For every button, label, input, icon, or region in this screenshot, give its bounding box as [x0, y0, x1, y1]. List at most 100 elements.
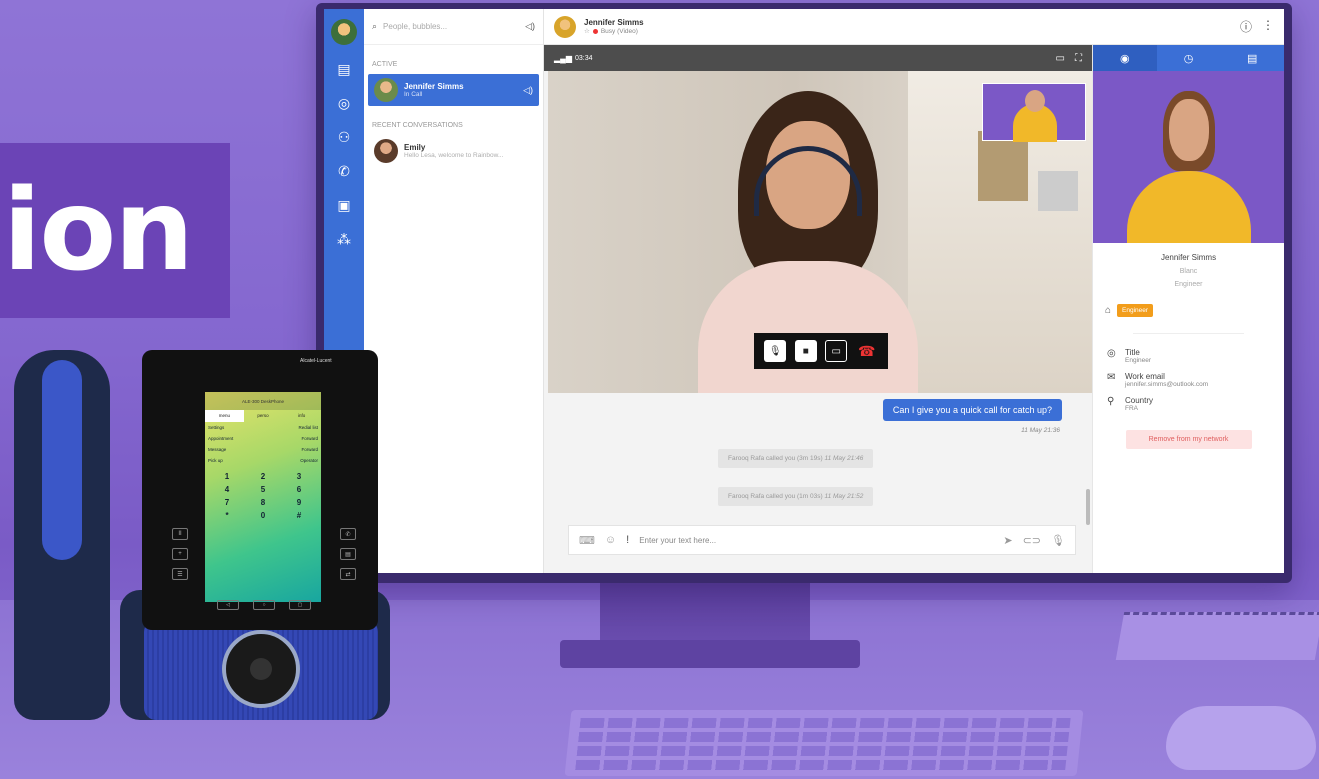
contact-avatar: [374, 139, 398, 163]
phone-brand: Alcatel-Lucent: [300, 358, 332, 364]
share-screen-button[interactable]: ▭: [825, 340, 848, 362]
remove-from-network-button[interactable]: Remove from my network: [1125, 430, 1252, 449]
call-controls: 🎙 ■ ▭ ☎: [754, 333, 888, 369]
details-tabs: ◉ ◷ ▤: [1093, 45, 1284, 71]
field-work-email: ✉ Work email jennifer.simms@outlook.com: [1107, 372, 1209, 388]
contact-photo: [1093, 71, 1284, 243]
phone-handset: [14, 350, 110, 720]
contact-role: Engineer: [1174, 281, 1203, 288]
back-key-icon[interactable]: ◁: [217, 600, 239, 610]
contacts-key-icon[interactable]: ☰: [172, 568, 188, 580]
message-key-icon[interactable]: ▤: [340, 548, 356, 560]
user-avatar[interactable]: [331, 19, 357, 45]
phone-bottom-keys: ◁ ○ ▢: [210, 600, 318, 610]
mouse: [1166, 706, 1316, 770]
section-active-label: ACTIVE: [372, 61, 398, 68]
call-timer: 03:34: [574, 54, 593, 62]
camera-button[interactable]: ■: [794, 340, 817, 362]
contacts-icon[interactable]: ◎: [334, 93, 354, 113]
contact-avatar: [374, 78, 398, 102]
self-view-video[interactable]: [982, 83, 1086, 142]
tab-files[interactable]: ▤: [1220, 45, 1284, 71]
home-key-icon[interactable]: ○: [253, 600, 275, 610]
conversation-header: Jennifer Simms ☆ Busy (Video) ⓘ ⋮: [544, 9, 1284, 45]
monitor: ▤ ◎ ⚇ ✆ ▣ ⁂ ⌕ People, bubbles... ◁) ACTI…: [316, 3, 1292, 583]
conversation-status: In Call: [404, 91, 423, 98]
conversation-name: Emily: [404, 143, 426, 152]
more-menu-icon[interactable]: ⋮: [1262, 18, 1274, 35]
presence-text: Busy (Video): [600, 27, 638, 35]
keyboard: [564, 710, 1084, 776]
message-input[interactable]: Enter your text here...: [639, 536, 993, 545]
attach-icon[interactable]: ⊂⊃: [1023, 534, 1041, 547]
busy-dot-icon: [592, 28, 598, 34]
microphone-icon[interactable]: 🎙: [1051, 534, 1065, 547]
urgent-icon[interactable]: !: [626, 534, 629, 546]
menu-key-icon[interactable]: ▢: [289, 600, 311, 610]
chat-scrollbar[interactable]: [1086, 489, 1090, 525]
conversation-name: Jennifer Simms: [404, 82, 464, 91]
speaker-icon[interactable]: ◁): [525, 21, 535, 32]
phone-navigation-pad[interactable]: [222, 630, 300, 708]
phone-display-tabs: menu perso info: [205, 410, 321, 422]
contact-details-panel: ◉ ◷ ▤ Jennifer Simms Blanc Engineer ⌂ En…: [1092, 45, 1284, 573]
headline-text: ion: [2, 165, 194, 296]
tag-badge[interactable]: Engineer: [1117, 304, 1154, 317]
location-icon: ⚲: [1107, 396, 1115, 407]
section-recent-label: RECENT CONVERSATIONS: [372, 122, 463, 129]
emoji-icon[interactable]: ☺: [605, 534, 616, 546]
transfer-key-icon[interactable]: ⇄: [340, 568, 356, 580]
conversations-icon[interactable]: ▤: [334, 59, 354, 79]
remote-video: 🎙 ■ ▭ ☎: [548, 71, 1092, 393]
monitor-base: [560, 640, 860, 668]
app-screen: ▤ ◎ ⚇ ✆ ▣ ⁂ ⌕ People, bubbles... ◁) ACTI…: [324, 9, 1284, 573]
field-title: ◎ Title Engineer: [1107, 348, 1152, 364]
call-key-icon[interactable]: ✆: [340, 528, 356, 540]
tab-history[interactable]: ◷: [1157, 45, 1221, 71]
send-icon[interactable]: ➤: [1003, 534, 1012, 547]
conversation-list-panel: ⌕ People, bubbles... ◁) ACTIVE Jennifer …: [364, 9, 544, 573]
spiral-notebook: [1115, 612, 1319, 660]
bubbles-icon[interactable]: ⁂: [334, 229, 354, 249]
outgoing-message: Can I give you a quick call for catch up…: [882, 399, 1062, 421]
header-avatar: [554, 15, 576, 38]
conversation-item-emily[interactable]: Emily Hello Lesa, welcome to Rainbow...: [368, 135, 539, 167]
phone-left-keys: II + ☰: [172, 528, 188, 580]
phone-icon[interactable]: ✆: [334, 161, 354, 181]
tag-icon: ⌂: [1105, 305, 1112, 316]
volume-icon[interactable]: ◁): [523, 85, 533, 96]
mute-mic-button[interactable]: 🎙: [764, 340, 787, 362]
tab-profile[interactable]: ◉: [1093, 45, 1157, 71]
contact-company: Blanc: [1179, 268, 1198, 275]
keyboard-icon[interactable]: ⌨: [579, 534, 595, 547]
conversation-item-jennifer[interactable]: Jennifer Simms In Call ◁): [368, 74, 539, 106]
info-icon[interactable]: ⓘ: [1240, 18, 1252, 35]
files-icon[interactable]: ▣: [334, 195, 354, 215]
phone-display-header: ALE-300 DeskPhone: [205, 392, 321, 410]
search-input[interactable]: People, bubbles...: [383, 22, 519, 31]
phone-right-keys: ✆ ▤ ⇄: [340, 528, 356, 580]
volume-key-icon[interactable]: +: [172, 548, 188, 560]
hang-up-button[interactable]: ☎: [856, 340, 878, 362]
ok-button[interactable]: [250, 658, 272, 680]
message-composer: ⌨ ☺ ! Enter your text here... ➤ ⊂⊃ 🎙: [568, 525, 1076, 555]
headline-banner: ion: [0, 143, 230, 318]
call-bar: ▂▄▆ 03:34 ▭ ⛶: [544, 45, 1092, 71]
header-presence: ☆ Busy (Video): [584, 27, 644, 36]
hold-key-icon[interactable]: II: [172, 528, 188, 540]
layout-icon[interactable]: ▭: [1056, 53, 1065, 64]
call-log-item: Farooq Rafa called you (1m 03s) 11 May 2…: [718, 487, 874, 506]
search-bar: ⌕ People, bubbles... ◁): [364, 9, 543, 45]
person-icon: ◎: [1107, 348, 1116, 359]
search-icon: ⌕: [372, 21, 378, 31]
field-country: ⚲ Country FRA: [1107, 396, 1154, 412]
star-icon[interactable]: ☆: [584, 27, 590, 35]
message-timestamp: 11 May 21:36: [1021, 427, 1060, 434]
contact-name: Jennifer Simms: [1160, 253, 1217, 262]
mail-icon: ✉: [1107, 372, 1116, 383]
header-contact-name: Jennifer Simms: [584, 18, 644, 27]
call-log-item: Farooq Rafa called you (3m 19s) 11 May 2…: [718, 449, 874, 468]
conversation-preview: Hello Lesa, welcome to Rainbow...: [404, 152, 504, 159]
people-icon[interactable]: ⚇: [334, 127, 354, 147]
fullscreen-icon[interactable]: ⛶: [1075, 53, 1082, 64]
